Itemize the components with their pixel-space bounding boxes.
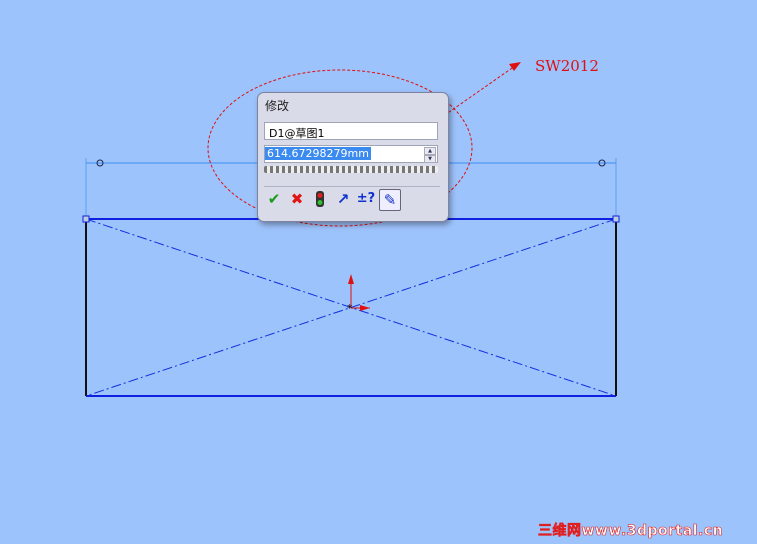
rebuild-button[interactable] [310, 189, 330, 209]
traffic-light-icon [316, 191, 324, 207]
corner-point[interactable] [612, 215, 620, 223]
corner-point[interactable] [82, 215, 90, 223]
dimension-value-text: 614.67298279mm [265, 147, 371, 160]
watermark: 三维网www.3dportal.cn [538, 523, 724, 540]
modify-dialog: 修改 D1@草图1 614.67298279mm ▲ ▼ ✔ ✖ ↗ ±? ✎ [257, 92, 449, 222]
tolerance-button[interactable]: ±? [356, 189, 376, 209]
mark-driving-button[interactable]: ✎ [379, 189, 401, 211]
annotation-arrowhead-icon [509, 62, 521, 71]
sketch-canvas[interactable]: * [0, 0, 757, 544]
spin-down-icon[interactable]: ▼ [424, 155, 436, 163]
ok-button[interactable]: ✔ [264, 189, 284, 209]
reverse-direction-button[interactable]: ↗ [333, 189, 353, 209]
divider [264, 186, 440, 187]
annotation-label: SW2012 [535, 57, 599, 75]
dimension-name-field[interactable]: D1@草图1 [264, 122, 438, 140]
thumbwheel-slider[interactable] [264, 166, 438, 173]
origin-point: * [347, 302, 353, 315]
cancel-button[interactable]: ✖ [287, 189, 307, 209]
origin-y-arrow-icon [348, 274, 354, 284]
origin-x-arrow-icon [360, 305, 370, 311]
spin-up-icon[interactable]: ▲ [424, 147, 436, 155]
dialog-title: 修改 [265, 99, 290, 113]
value-spinner[interactable]: ▲ ▼ [424, 147, 436, 163]
dimension-value-input[interactable]: 614.67298279mm ▲ ▼ [264, 145, 438, 163]
